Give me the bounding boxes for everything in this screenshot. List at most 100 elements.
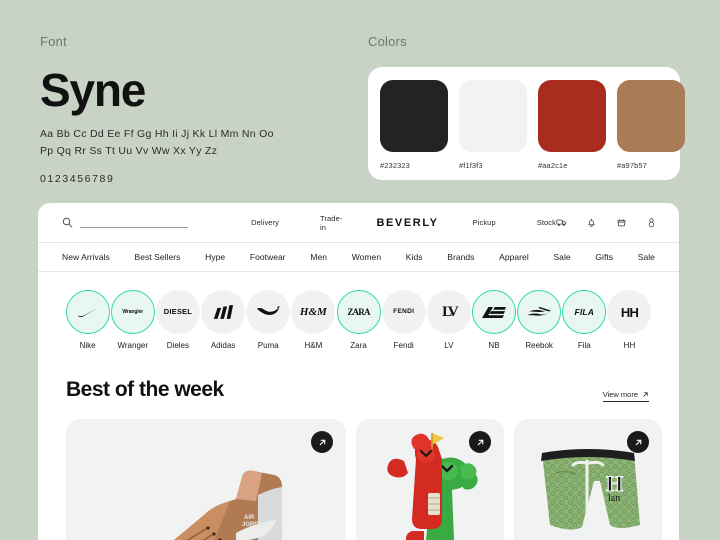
search-field-group[interactable] <box>62 217 199 228</box>
reebok-vector-icon <box>527 307 551 316</box>
section-header: Best of the week View more <box>38 350 679 402</box>
color-swatch-hex-label: #a97b57 <box>617 161 647 170</box>
topbar-link-delivery[interactable]: Delivery <box>251 218 279 227</box>
zara-wordmark: ZARA <box>347 306 370 317</box>
product-card-row: AIR JORDAN H lan <box>38 402 679 540</box>
brand-label: H&M <box>304 341 323 350</box>
brand-label: NB <box>488 341 500 350</box>
brand-filter-adidas[interactable]: Adidas <box>200 290 246 350</box>
brand-logo-circle <box>246 290 291 334</box>
colors-style-guide-block: Colors #232323 #f1f3f3 #aa2c1e #a97b57 <box>368 34 685 180</box>
louis-vuitton-monogram: LV <box>442 303 459 320</box>
shopping-cart-icon[interactable] <box>616 217 627 228</box>
color-swatch-chip <box>538 80 606 152</box>
brand-filter-wranger[interactable]: Wrangler Wranger <box>110 290 155 350</box>
brand-filter-fila[interactable]: FILA Fila <box>562 290 607 350</box>
colors-section-label: Colors <box>368 34 407 49</box>
topbar-link-trade-in[interactable]: Trade-in <box>320 214 342 232</box>
site-main-nav: New Arrivals Best Sellers Hype Footwear Men W… <box>38 243 679 272</box>
brand-filter-puma[interactable]: Puma <box>246 290 291 350</box>
arrow-up-right-icon <box>635 439 641 445</box>
brown-high-top-sneaker-image: AIR JORDAN <box>174 470 282 540</box>
brand-label: Reebok <box>525 341 553 350</box>
topbar-icon-group <box>556 217 657 228</box>
open-product-button[interactable] <box>627 431 649 453</box>
brand-filter-h-m[interactable]: H&M H&M <box>291 290 336 350</box>
color-swatch: #a97b57 <box>617 80 685 170</box>
search-input[interactable] <box>80 217 188 228</box>
nav-item-sale[interactable]: Sale <box>553 252 570 262</box>
brand-label: Nike <box>79 341 96 350</box>
brand-filter-fendi[interactable]: FENDI Fendi <box>381 290 426 350</box>
nav-item-best-sellers[interactable]: Best Sellers <box>135 252 181 262</box>
helly-hansen-wordmark: HH <box>620 304 639 320</box>
brand-logo-circle: H&M <box>291 290 336 334</box>
font-glyphs-upper: Aa Bb Cc Dd Ee Ff Gg Hh Ii Jj Kk Ll Mm N… <box>40 128 274 140</box>
ecommerce-site-mock: Delivery Trade-in BEVERLY Pickup Stock N… <box>38 203 679 540</box>
color-swatch: #232323 <box>380 80 448 170</box>
brand-logo-circle: FILA <box>562 290 607 334</box>
nav-item-women[interactable]: Women <box>352 252 381 262</box>
font-style-guide-block: Font Syne Aa Bb Cc Dd Ee Ff Gg Hh Ii Jj … <box>40 34 340 185</box>
nav-item-sale[interactable]: Sale <box>638 252 655 262</box>
brand-filter-nb[interactable]: NB <box>471 290 516 350</box>
product-card-figure-toy[interactable] <box>356 419 504 540</box>
notification-bell-icon[interactable] <box>586 217 597 228</box>
brand-logo-circle: ZARA <box>336 290 381 334</box>
nav-item-men[interactable]: Men <box>310 252 327 262</box>
nav-item-apparel[interactable]: Apparel <box>499 252 529 262</box>
brand-filter-reebok[interactable]: Reebok <box>517 290 562 350</box>
fila-wordmark: FILA <box>574 306 595 317</box>
brand-label: Dieles <box>166 341 189 350</box>
adidas-bars-icon <box>213 305 234 319</box>
open-product-button[interactable] <box>469 431 491 453</box>
brand-filter-lv[interactable]: LV LV <box>426 290 471 350</box>
site-logo[interactable]: BEVERLY <box>376 217 438 229</box>
brand-label: LV <box>444 341 454 350</box>
diesel-wordmark: DIESEL <box>163 307 193 317</box>
nav-item-footwear[interactable]: Footwear <box>250 252 286 262</box>
color-swatch-chip <box>380 80 448 152</box>
nav-item-kids[interactable]: Kids <box>406 252 423 262</box>
view-more-link[interactable]: View more <box>602 390 649 402</box>
brand-logo-circle: Wrangler <box>110 290 155 334</box>
brand-label: Adidas <box>210 341 236 350</box>
nav-item-gifts[interactable]: Gifts <box>595 252 613 262</box>
font-numerals: 0123456789 <box>40 173 115 186</box>
font-glyphs-lower: Pp Qq Rr Ss Tt Uu Vv Ww Xx Yy Zz <box>40 145 218 158</box>
hm-wordmark: H&M <box>299 305 327 318</box>
product-card-sneaker[interactable]: AIR JORDAN <box>66 419 346 540</box>
view-more-label: View more <box>602 390 638 399</box>
svg-text:lan: lan <box>608 493 620 504</box>
nav-item-new-arrivals[interactable]: New Arrivals <box>62 252 110 262</box>
color-swatch-chip <box>617 80 685 152</box>
nav-item-hype[interactable]: Hype <box>205 252 225 262</box>
font-section-label: Font <box>40 34 67 49</box>
brand-filter-hh[interactable]: HH HH <box>607 290 652 350</box>
color-swatch-card: #232323 #f1f3f3 #aa2c1e #a97b57 <box>368 67 685 180</box>
topbar-link-stock[interactable]: Stock <box>537 218 556 227</box>
nav-item-brands[interactable]: Brands <box>447 252 474 262</box>
brand-logo-circle: HH <box>607 290 652 334</box>
brand-label: Zara <box>350 341 367 350</box>
brand-label: Fila <box>577 341 591 350</box>
brand-logo-circle: FENDI <box>381 290 426 334</box>
brand-logo-circle <box>471 290 516 334</box>
color-swatch-hex-label: #aa2c1e <box>538 161 568 170</box>
brand-logo-circle <box>201 290 246 334</box>
delivery-truck-icon[interactable] <box>556 217 567 228</box>
brand-filter-nike[interactable]: Nike <box>65 290 110 350</box>
nike-swoosh-icon <box>77 307 98 317</box>
color-swatch: #aa2c1e <box>538 80 606 170</box>
product-card-shorts[interactable]: H lan <box>514 419 662 540</box>
brand-filter-strip: Nike Wrangler Wranger DIESEL Dieles Adidas Pum… <box>38 272 679 350</box>
brand-logo-circle <box>517 290 562 334</box>
brand-logo-circle: LV <box>426 290 471 334</box>
user-account-icon[interactable] <box>646 217 657 228</box>
brand-filter-zara[interactable]: ZARA Zara <box>336 290 381 350</box>
open-product-button[interactable] <box>311 431 333 453</box>
section-title: Best of the week <box>66 378 224 401</box>
brand-filter-dieles[interactable]: DIESEL Dieles <box>155 290 200 350</box>
topbar-link-pickup[interactable]: Pickup <box>473 218 496 227</box>
svg-text:JORDAN: JORDAN <box>242 522 267 528</box>
